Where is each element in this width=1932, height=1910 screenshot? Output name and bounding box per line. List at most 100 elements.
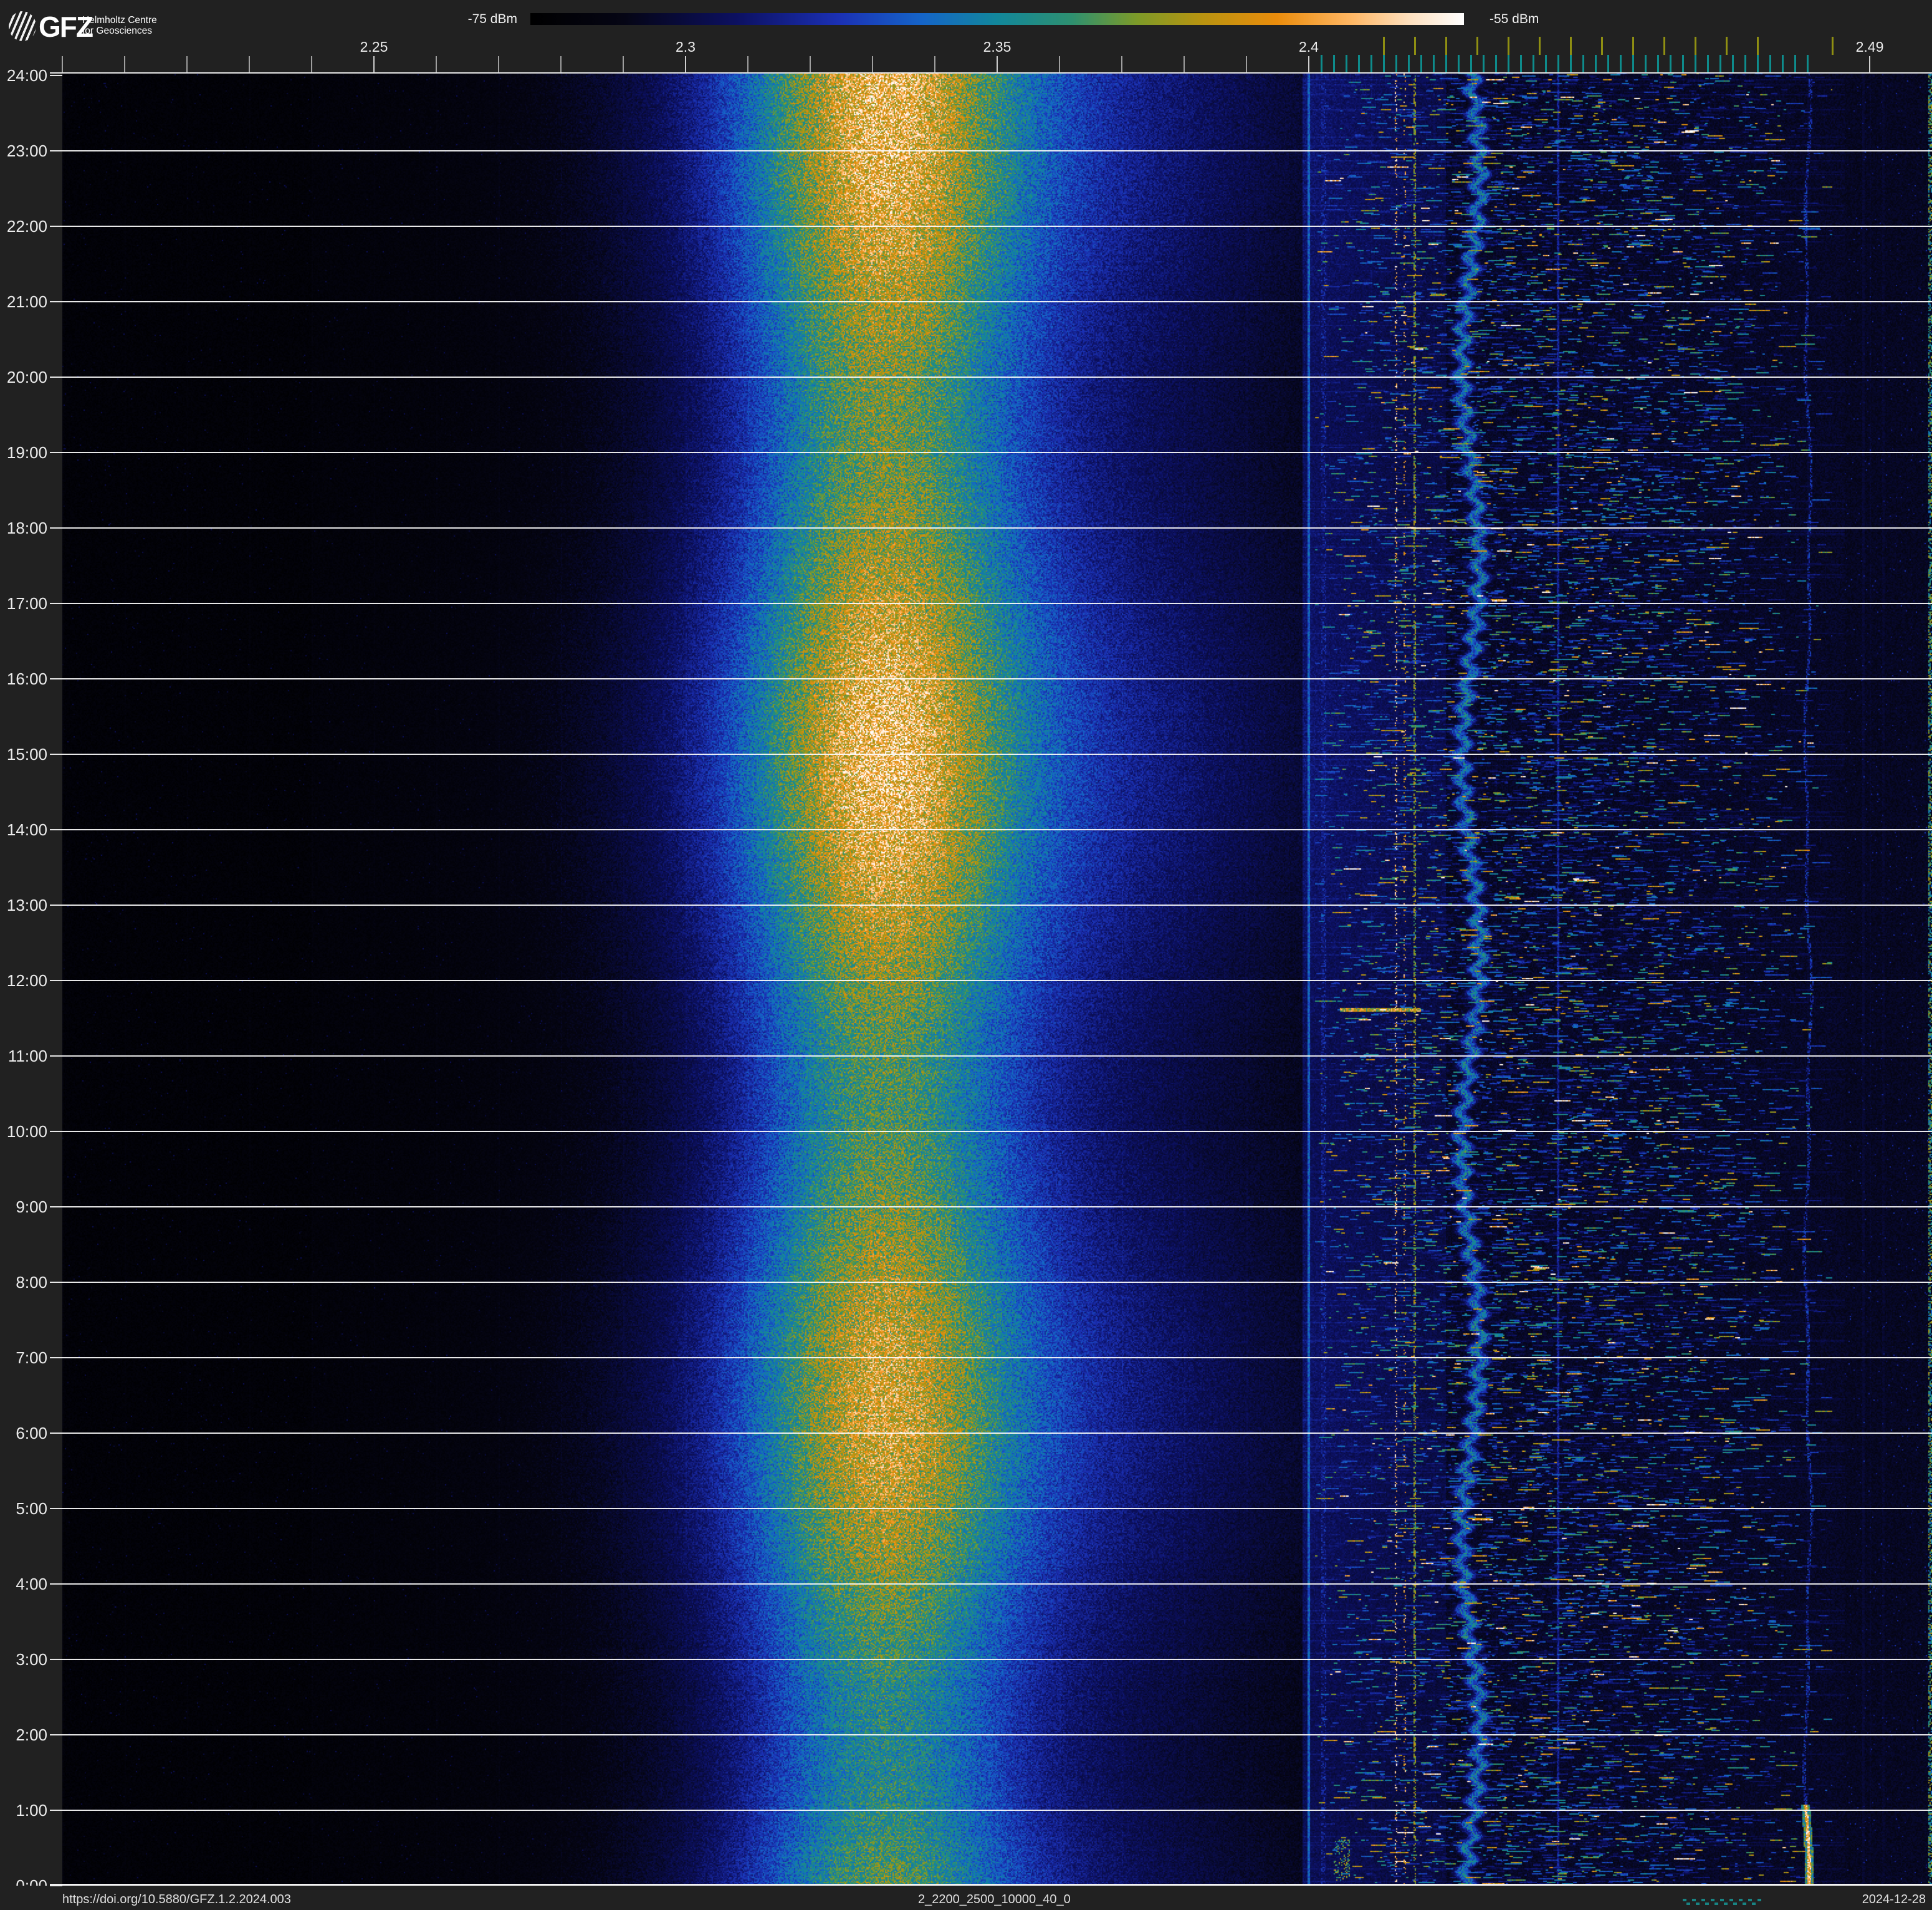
freq-minor-tick bbox=[1308, 56, 1309, 73]
ble-channel-tick bbox=[1370, 55, 1372, 73]
time-axis-tick bbox=[50, 75, 62, 76]
footer-artifact-dashes bbox=[1686, 1903, 1761, 1905]
freq-minor-tick bbox=[1869, 56, 1870, 73]
plot-top-border bbox=[50, 72, 1932, 74]
hour-gridline bbox=[62, 754, 1932, 755]
freq-minor-tick bbox=[1059, 56, 1060, 72]
ble-channel-tick bbox=[1458, 55, 1460, 73]
time-axis-tick bbox=[50, 1432, 62, 1434]
time-axis-tick bbox=[50, 527, 62, 529]
time-axis-label: 8:00 bbox=[16, 1273, 47, 1292]
ble-channel-tick bbox=[1632, 55, 1634, 73]
hour-gridline bbox=[62, 1282, 1932, 1283]
hour-gridline bbox=[62, 1734, 1932, 1735]
doi-link[interactable]: https://doi.org/10.5880/GFZ.1.2.2024.003 bbox=[62, 1893, 291, 1907]
time-axis-label: 20:00 bbox=[6, 368, 47, 386]
freq-minor-tick bbox=[997, 56, 998, 73]
ble-channel-tick bbox=[1495, 55, 1497, 73]
ble-channel-tick bbox=[1582, 55, 1584, 73]
hour-gridline bbox=[62, 452, 1932, 453]
freq-minor-tick bbox=[623, 56, 624, 72]
hour-gridline bbox=[62, 905, 1932, 906]
ble-channel-tick bbox=[1620, 55, 1622, 73]
time-axis-tick bbox=[50, 1583, 62, 1585]
spectrogram-canvas[interactable] bbox=[62, 73, 1932, 1886]
time-axis-tick bbox=[50, 603, 62, 604]
time-axis-tick bbox=[50, 829, 62, 830]
time-axis-tick bbox=[50, 226, 62, 227]
ble-channel-tick bbox=[1408, 55, 1410, 73]
hour-gridline bbox=[62, 1508, 1932, 1509]
wifi-channel-tick bbox=[1695, 37, 1696, 55]
time-axis-tick bbox=[50, 980, 62, 981]
ble-channel-tick bbox=[1744, 55, 1746, 73]
hour-gridline bbox=[62, 829, 1932, 830]
time-axis-label: 21:00 bbox=[6, 292, 47, 311]
hour-gridline bbox=[62, 1055, 1932, 1057]
dataset-file-id: 2_2200_2500_10000_40_0 bbox=[918, 1893, 1071, 1906]
wifi-channel-tick bbox=[1832, 37, 1834, 55]
wifi-channel-tick bbox=[1726, 37, 1728, 55]
ble-channel-tick bbox=[1545, 55, 1547, 73]
freq-minor-tick bbox=[186, 56, 188, 72]
wifi-channel-tick bbox=[1757, 37, 1759, 55]
freq-minor-tick bbox=[747, 56, 748, 72]
time-axis-label: 19:00 bbox=[6, 443, 47, 462]
time-axis-label: 6:00 bbox=[16, 1424, 47, 1442]
ble-channel-tick bbox=[1794, 55, 1796, 73]
wifi-channel-tick bbox=[1508, 37, 1509, 55]
time-axis-tick bbox=[50, 1282, 62, 1283]
ble-channel-tick bbox=[1757, 55, 1759, 73]
ble-channel-tick bbox=[1807, 55, 1809, 73]
time-axis-tick bbox=[50, 678, 62, 679]
colorbar-max-label: -55 dBm bbox=[1490, 12, 1539, 26]
ble-channel-tick bbox=[1769, 55, 1771, 73]
hour-gridline bbox=[62, 678, 1932, 679]
time-axis-label: 15:00 bbox=[6, 745, 47, 764]
wifi-channel-tick bbox=[1414, 37, 1416, 55]
freq-minor-tick bbox=[1121, 56, 1122, 72]
time-axis-tick bbox=[50, 1734, 62, 1735]
ble-channel-tick bbox=[1533, 55, 1534, 73]
ble-channel-tick bbox=[1520, 55, 1522, 73]
time-axis-label: 2:00 bbox=[16, 1725, 47, 1744]
freq-axis-label: 2.35 bbox=[983, 39, 1011, 55]
time-axis-tick bbox=[50, 1508, 62, 1509]
wifi-channel-tick bbox=[1632, 37, 1634, 55]
hour-gridline bbox=[62, 301, 1932, 302]
time-axis-tick bbox=[50, 377, 62, 378]
colorbar-min-label: -75 dBm bbox=[467, 12, 517, 26]
ble-channel-tick bbox=[1433, 55, 1435, 73]
ble-channel-tick bbox=[1657, 55, 1659, 73]
footer-bar: https://doi.org/10.5880/GFZ.1.2.2024.003… bbox=[0, 1886, 1932, 1910]
hour-gridline bbox=[62, 1206, 1932, 1207]
ble-channel-tick bbox=[1782, 55, 1784, 73]
footer-artifact-dashes bbox=[1683, 1899, 1765, 1901]
freq-minor-tick bbox=[498, 56, 499, 72]
time-axis-label: 22:00 bbox=[6, 217, 47, 236]
freq-axis-label: 2.4 bbox=[1299, 39, 1319, 55]
freq-minor-tick bbox=[249, 56, 250, 72]
ble-channel-tick bbox=[1670, 55, 1671, 73]
freq-minor-tick bbox=[810, 56, 811, 72]
hour-gridline bbox=[62, 1131, 1932, 1132]
time-axis-label: 14:00 bbox=[6, 820, 47, 839]
freq-minor-tick bbox=[1184, 56, 1185, 72]
ble-channel-tick bbox=[1707, 55, 1709, 73]
time-axis-tick bbox=[50, 1659, 62, 1660]
freq-minor-tick bbox=[373, 56, 375, 73]
plot-bottom-border bbox=[50, 1884, 1932, 1886]
hour-gridline bbox=[62, 527, 1932, 529]
time-axis-label: 5:00 bbox=[16, 1499, 47, 1518]
time-axis-label: 9:00 bbox=[16, 1197, 47, 1216]
freq-minor-tick bbox=[436, 56, 437, 72]
ble-channel-tick bbox=[1570, 55, 1572, 73]
ble-channel-tick bbox=[1445, 55, 1447, 73]
ble-channel-tick bbox=[1719, 55, 1721, 73]
ble-channel-tick bbox=[1358, 55, 1360, 73]
time-axis-label: 23:00 bbox=[6, 142, 47, 160]
ble-channel-tick bbox=[1607, 55, 1609, 73]
time-axis-tick bbox=[50, 1357, 62, 1358]
ble-channel-tick bbox=[1732, 55, 1734, 73]
ble-channel-tick bbox=[1383, 55, 1385, 73]
